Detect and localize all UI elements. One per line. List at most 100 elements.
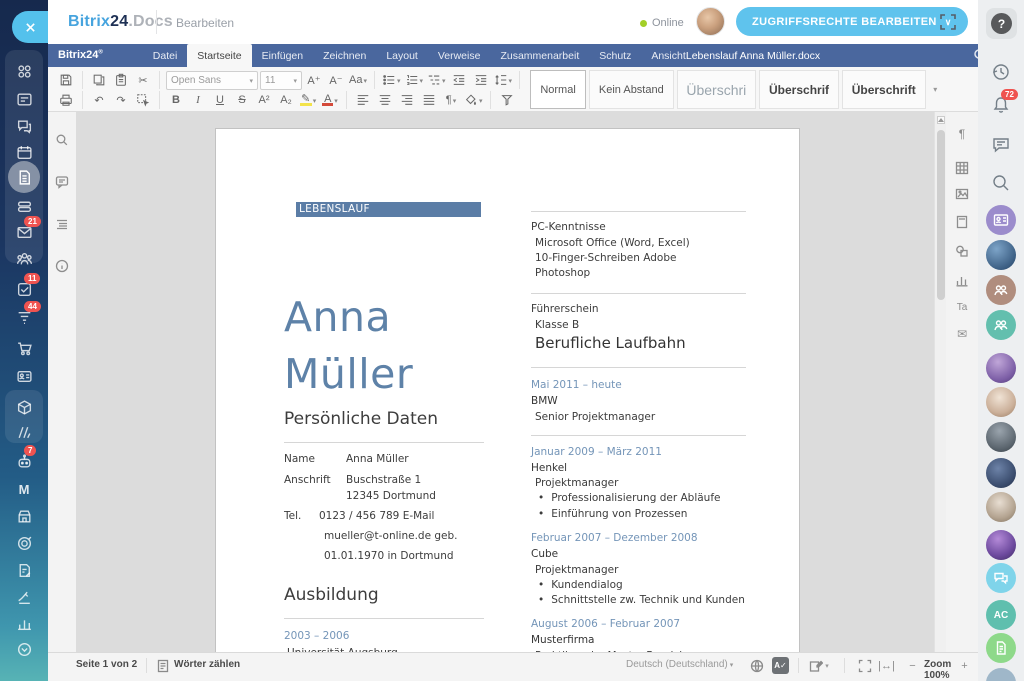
fullscreen-button[interactable] (938, 12, 958, 32)
subscript-button[interactable]: A₂ (276, 90, 296, 110)
calendar-icon[interactable] (14, 142, 34, 162)
increase-font-button[interactable]: A⁺ (304, 70, 324, 90)
align-left-button[interactable] (353, 90, 373, 110)
bitrix-docs-logo[interactable]: Bitrix24.Docs (68, 13, 173, 31)
table-settings-button[interactable] (954, 160, 970, 176)
chat-avatar-photo[interactable] (986, 387, 1016, 417)
comments-button[interactable] (54, 174, 70, 190)
close-panel-button[interactable] (12, 11, 48, 43)
crm-funnel-icon[interactable]: 44 (14, 307, 34, 327)
decrease-indent-button[interactable] (449, 70, 469, 90)
chat-avatar-initials[interactable]: AC (986, 600, 1016, 630)
undo-button[interactable]: ↶ (89, 90, 109, 110)
align-right-button[interactable] (397, 90, 417, 110)
print-button[interactable] (56, 90, 76, 110)
shop-cart-icon[interactable] (14, 338, 34, 358)
mail-merge-button[interactable]: ✉ (954, 326, 970, 342)
bold-button[interactable]: B (166, 90, 186, 110)
italic-button[interactable]: I (188, 90, 208, 110)
change-case-button[interactable]: Aa (348, 70, 368, 90)
workflows-icon[interactable] (14, 560, 34, 580)
fit-page-button[interactable] (856, 657, 873, 674)
feed-icon[interactable] (14, 61, 34, 81)
tab-zeichnen[interactable]: Zeichnen (313, 44, 376, 67)
styles-gallery-expand[interactable]: ▾ (929, 70, 942, 109)
marketplace-m-item[interactable]: M (14, 479, 34, 499)
history-button[interactable] (989, 60, 1013, 84)
highlight-color-button[interactable]: ✎ (298, 90, 318, 110)
language-select[interactable]: Deutsch (Deutschland) (626, 659, 733, 670)
chat-avatar-contacts[interactable] (986, 205, 1016, 235)
chart-settings-button[interactable] (954, 272, 970, 288)
tab-verweise[interactable]: Verweise (428, 44, 491, 67)
mail-icon[interactable]: 21 (14, 222, 34, 242)
navigation-button[interactable] (54, 216, 70, 232)
drive-icon[interactable] (14, 196, 34, 216)
news-icon[interactable] (14, 89, 34, 109)
scroll-up-button[interactable] (937, 116, 945, 124)
paragraph-marks-button[interactable]: ¶ (441, 90, 461, 110)
document-scrollbar[interactable] (934, 112, 946, 652)
automation-target-icon[interactable] (14, 533, 34, 553)
image-settings-button[interactable] (954, 186, 970, 202)
chat-avatar-photo[interactable] (986, 492, 1016, 522)
shape-settings-button[interactable] (954, 243, 970, 259)
style-heading1[interactable]: Überschri (677, 70, 757, 109)
text-art-button[interactable]: Ta (954, 299, 970, 315)
chat-avatar-group[interactable] (986, 310, 1016, 340)
notifications-button[interactable]: 72 (989, 93, 1013, 117)
esignature-icon[interactable] (14, 587, 34, 607)
paste-button[interactable] (111, 70, 131, 90)
chat-avatar-group[interactable] (986, 275, 1016, 305)
redo-button[interactable]: ↷ (111, 90, 131, 110)
document-page[interactable]: LEBENSLAUF Anna Müller Persönliche Daten… (215, 128, 800, 681)
analytics-icon[interactable] (14, 613, 34, 633)
underline-button[interactable]: U (210, 90, 230, 110)
sidebar-search-button[interactable] (989, 171, 1013, 195)
chat-avatar-photo[interactable] (986, 458, 1016, 488)
tab-zusammenarbeit[interactable]: Zusammenarbeit (490, 44, 589, 67)
tab-datei[interactable]: Datei (143, 44, 188, 67)
fit-width-button[interactable]: |↔| (878, 657, 895, 674)
style-no-spacing[interactable]: Kein Abstand (589, 70, 673, 109)
select-all-button[interactable] (133, 90, 153, 110)
find-button[interactable] (54, 132, 70, 148)
style-normal[interactable]: Normal (530, 70, 586, 109)
chat-avatar-document[interactable] (986, 633, 1016, 663)
selected-heading[interactable]: LEBENSLAUF (296, 202, 481, 217)
copy-button[interactable] (89, 70, 109, 90)
bullet-list-button[interactable] (381, 70, 402, 90)
word-count[interactable]: Wörter zählen (174, 659, 240, 670)
spellcheck-button[interactable]: A✓ (772, 657, 789, 674)
font-color-button[interactable]: A (320, 90, 340, 110)
access-rights-button[interactable]: ZUGRIFFSRECHTE BEARBEITEN (736, 7, 968, 36)
numbered-list-button[interactable] (404, 70, 425, 90)
page-count[interactable]: Seite 1 von 2 (76, 659, 137, 670)
format-painter-button[interactable] (497, 90, 517, 110)
chat-avatar-photo[interactable] (986, 668, 1016, 681)
tasks-icon[interactable]: 11 (14, 279, 34, 299)
messenger-panel-button[interactable] (989, 133, 1013, 157)
sign-icon[interactable] (14, 422, 34, 442)
contact-center-icon[interactable] (14, 366, 34, 386)
help-button[interactable]: ? (986, 8, 1017, 39)
chat-avatar-photo[interactable] (986, 353, 1016, 383)
style-heading2[interactable]: Überschrif (759, 70, 839, 109)
tab-einfuegen[interactable]: Einfügen (252, 44, 313, 67)
tab-layout[interactable]: Layout (376, 44, 428, 67)
sites-cube-icon[interactable] (14, 397, 34, 417)
font-name-select[interactable]: Open Sans (166, 71, 258, 90)
more-chevron-icon[interactable] (14, 639, 34, 659)
superscript-button[interactable]: A² (254, 90, 274, 110)
copilot-icon[interactable]: 7 (14, 451, 34, 471)
font-size-select[interactable]: 11 (260, 71, 302, 90)
header-footer-button[interactable] (954, 214, 970, 230)
scrollbar-thumb[interactable] (937, 130, 945, 300)
paragraph-shading-button[interactable] (463, 90, 484, 110)
line-spacing-button[interactable] (493, 70, 514, 90)
decrease-font-button[interactable]: A⁻ (326, 70, 346, 90)
zoom-out-button[interactable]: − (904, 657, 921, 674)
tab-startseite[interactable]: Startseite (187, 44, 251, 67)
justify-button[interactable] (419, 90, 439, 110)
docs-icon-active[interactable] (8, 161, 40, 193)
